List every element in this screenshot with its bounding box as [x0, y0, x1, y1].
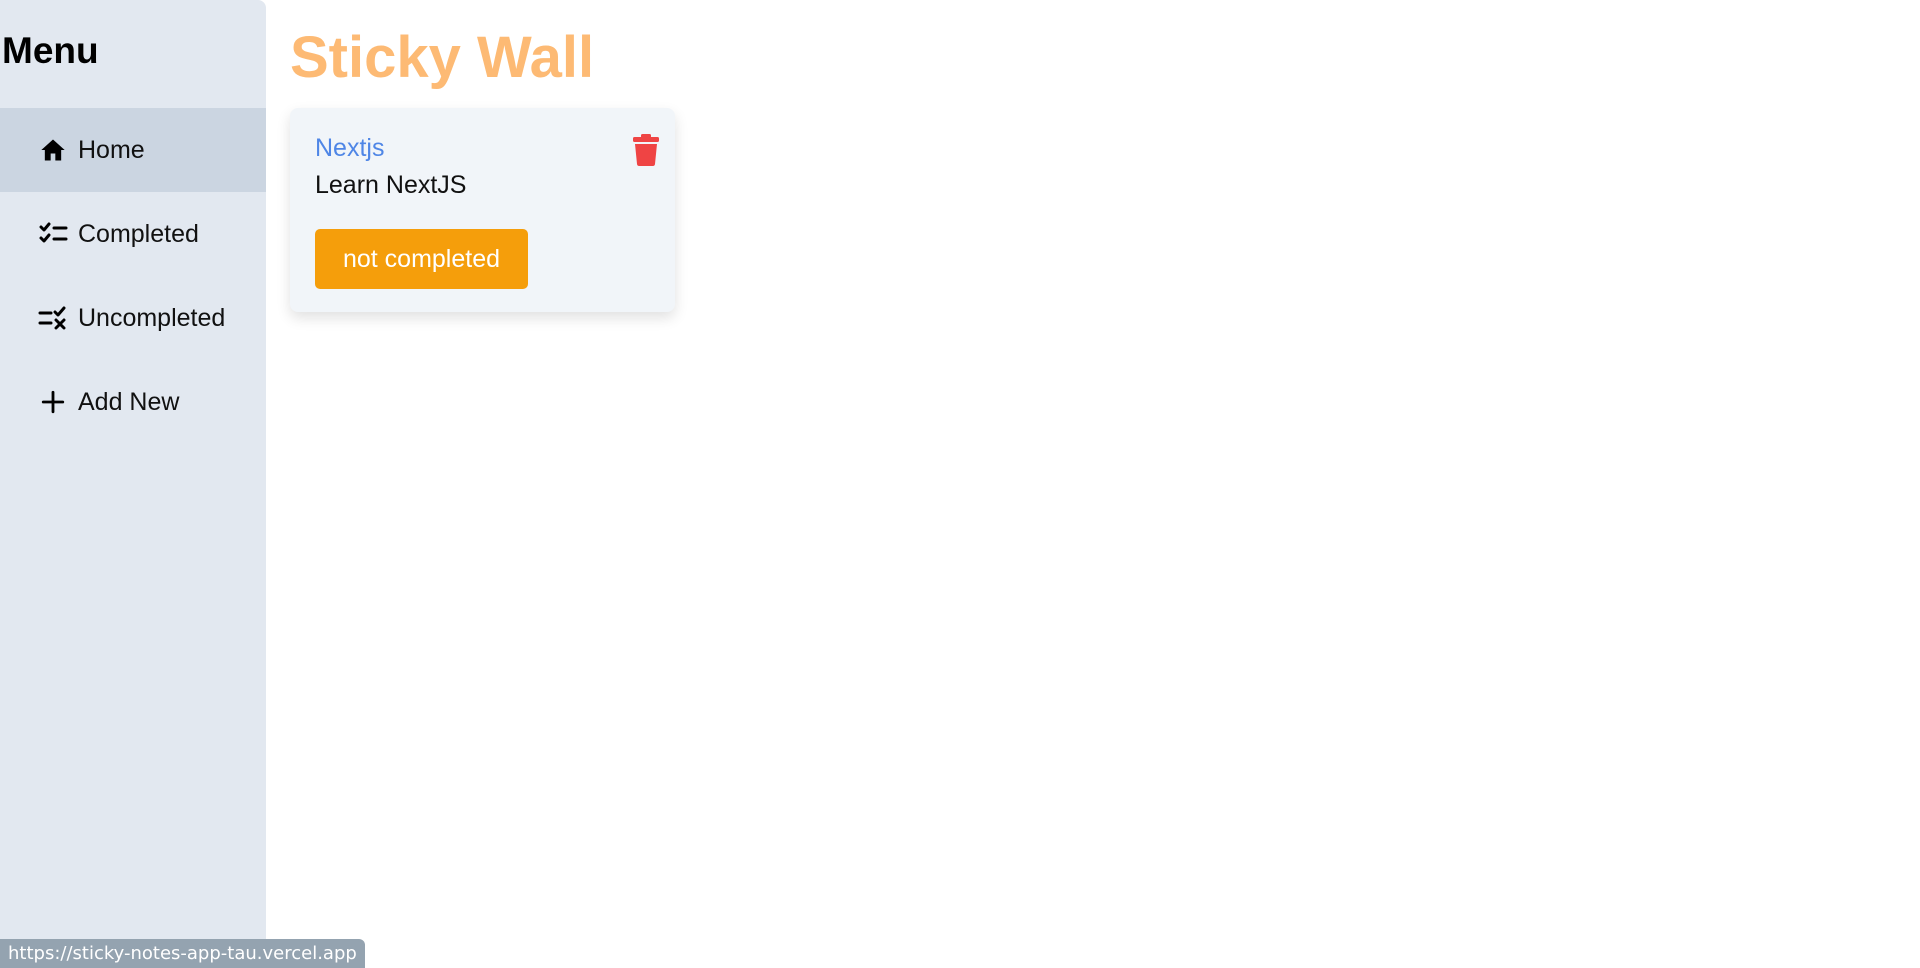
sidebar-nav: Home Completed Uncompleted Add New: [0, 108, 266, 444]
sidebar-item-label: Uncompleted: [78, 303, 226, 332]
trash-icon[interactable]: [633, 134, 659, 166]
status-bar-url: https://sticky-notes-app-tau.vercel.app: [0, 939, 365, 968]
app-root: Menu Home Completed Uncompleted Add New …: [0, 0, 1920, 968]
note-title: Nextjs: [315, 134, 385, 162]
checklist-icon: [38, 219, 68, 249]
sidebar-item-label: Add New: [78, 387, 180, 416]
sidebar-item-add-new[interactable]: Add New: [0, 360, 266, 444]
menu-title: Menu: [2, 30, 99, 71]
plus-icon: [38, 387, 68, 417]
sticky-note-card: Nextjs Learn NextJS not completed: [290, 108, 675, 312]
sidebar-item-home[interactable]: Home: [0, 108, 266, 192]
sidebar-item-label: Home: [78, 135, 145, 164]
sidebar-item-uncompleted[interactable]: Uncompleted: [0, 276, 266, 360]
list-x-icon: [38, 303, 68, 333]
sidebar-item-label: Completed: [78, 219, 199, 248]
sidebar-item-completed[interactable]: Completed: [0, 192, 266, 276]
page-title: Sticky Wall: [290, 25, 595, 90]
toggle-status-button[interactable]: not completed: [315, 229, 528, 289]
home-icon: [38, 135, 68, 165]
note-description: Learn NextJS: [315, 171, 467, 199]
sidebar: Menu Home Completed Uncompleted Add New: [0, 0, 266, 968]
